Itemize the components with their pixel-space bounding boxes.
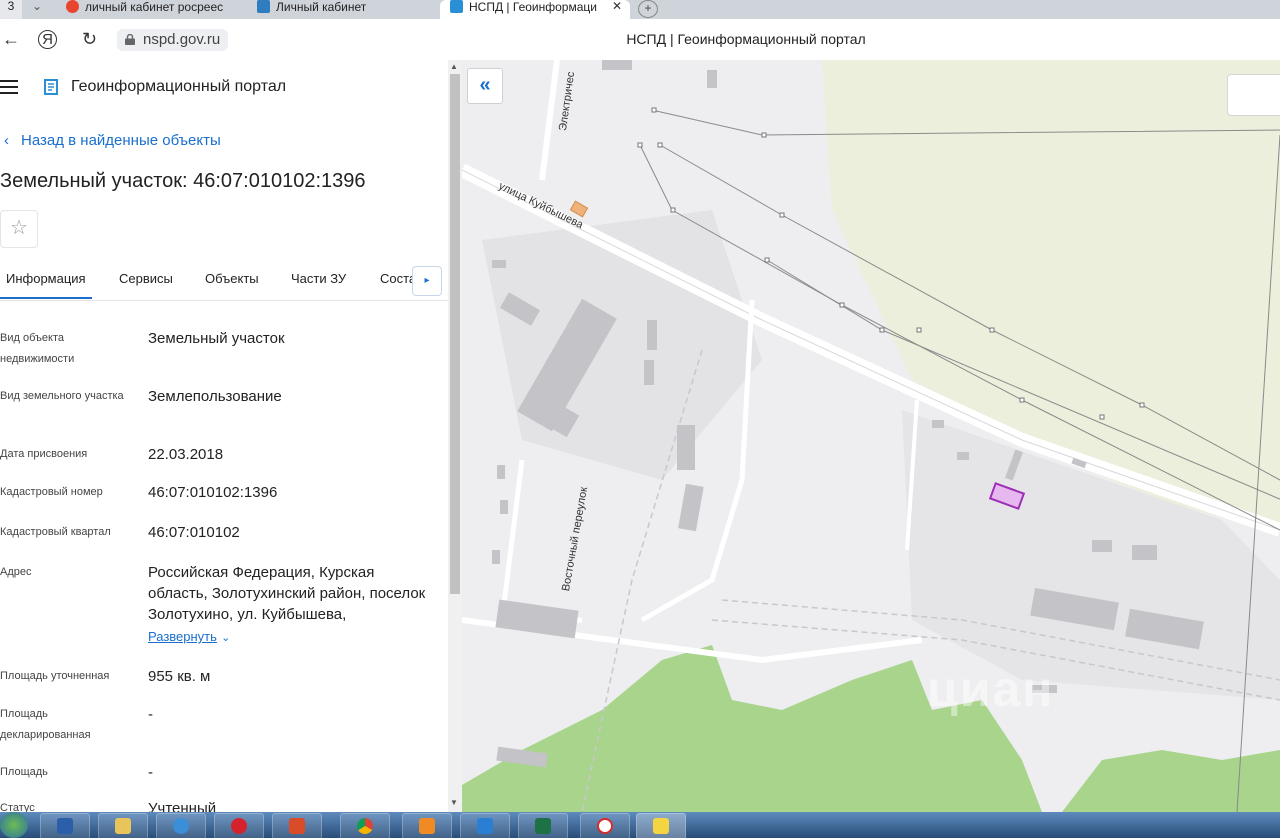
property-value: Землепользование (148, 388, 282, 405)
taskbar-word[interactable] (40, 813, 90, 840)
browser-tab-label: НСПД | Геоинформаци (469, 0, 597, 14)
menu-icon[interactable] (0, 80, 18, 94)
taskbar-app2[interactable] (402, 813, 452, 840)
map-search-field[interactable] (1227, 74, 1280, 116)
star-icon: ☆ (10, 217, 28, 239)
app-icon (653, 818, 669, 834)
browser-tab-label: Личный кабинет (276, 0, 367, 14)
opera-icon (231, 818, 247, 834)
taskbar-chrome[interactable] (340, 813, 390, 840)
paint-icon (289, 818, 305, 834)
road-elektricheskaya (539, 60, 560, 181)
tab-information[interactable]: Информация (0, 271, 92, 299)
map-canvas[interactable] (462, 60, 1280, 812)
folder-icon (115, 818, 131, 834)
tab-objects[interactable]: Объекты (205, 271, 259, 286)
property-key: Вид земельного участка (0, 390, 124, 402)
property-key: Кадастровый номер (0, 486, 103, 498)
scroll-down-icon[interactable]: ▼ (450, 798, 458, 807)
property-key: Дата присвоения (0, 448, 88, 460)
windows-taskbar (0, 812, 1280, 840)
object-title: Земельный участок: 46:07:010102:1396 (0, 170, 366, 192)
yandex-icon (597, 818, 613, 834)
property-value: Земельный участок (148, 330, 285, 347)
panel-scrollbar[interactable]: ▲ ▼ (448, 60, 462, 812)
back-to-results-link[interactable]: ‹ Назад в найденные объекты (4, 132, 221, 149)
back-link-label: Назад в найденные объекты (21, 132, 221, 149)
browser-tab-cabinet[interactable]: Личный кабинет (257, 0, 427, 19)
taskbar-yandex[interactable] (580, 813, 630, 840)
favorite-star-button[interactable]: ☆ (0, 210, 38, 248)
property-value: Российская Федерация, Курская область, З… (148, 564, 426, 623)
property-key: Статус (0, 802, 35, 812)
caret-right-icon: ▸ (424, 275, 430, 286)
cian-watermark: циан (927, 661, 1055, 717)
gosuslugi-icon (257, 0, 270, 13)
app-icon (477, 818, 493, 834)
taskbar-ie[interactable] (156, 813, 206, 840)
nspd-favicon-icon (450, 0, 463, 13)
new-tab-button[interactable]: + (638, 0, 658, 18)
collapse-panel-button[interactable]: « (467, 68, 503, 104)
tab-group-count[interactable]: 3 (0, 0, 22, 19)
ie-icon (173, 818, 189, 834)
expand-label: Развернуть (148, 629, 217, 644)
excel-icon (535, 818, 551, 834)
tab-services[interactable]: Сервисы (119, 271, 173, 286)
property-key: Площадь (0, 766, 48, 778)
map-view[interactable]: улица Куйбышева Восточный переулок Элект… (462, 60, 1280, 812)
scrollbar-thumb[interactable] (450, 74, 460, 594)
start-button[interactable] (0, 812, 28, 838)
chevron-left-icon: ‹ (4, 132, 9, 149)
property-value: 46:07:010102:1396 (148, 484, 278, 501)
taskbar-app4[interactable] (636, 813, 686, 840)
object-info-panel: Геоинформационный портал ‹ Назад в найден… (0, 60, 448, 812)
browser-tab-label: личный кабинет росреес (85, 0, 224, 14)
property-key: Площадь декларированная (0, 708, 91, 741)
app-icon (419, 818, 435, 834)
property-value: 955 кв. м (148, 668, 211, 685)
double-chevron-left-icon: « (479, 74, 491, 96)
property-value: - (148, 764, 153, 781)
taskbar-app3[interactable] (460, 813, 510, 840)
property-value: - (148, 706, 153, 723)
property-value: 22.03.2018 (148, 446, 224, 463)
yandex-icon (66, 0, 79, 13)
browser-tab-nspd-active[interactable]: НСПД | Геоинформаци ✕ (440, 0, 630, 19)
taskbar-app[interactable] (272, 813, 322, 840)
page-title: НСПД | Геоинформационный портал (626, 31, 866, 47)
property-value: 46:07:010102 (148, 524, 240, 541)
tab-list-chevron-icon[interactable]: ⌄ (28, 0, 46, 19)
property-key: Адрес (0, 566, 32, 578)
taskbar-explorer[interactable] (98, 813, 148, 840)
info-tabs: Информация Сервисы Объекты Части ЗУ Сост… (0, 260, 448, 301)
tabs-scroll-right-button[interactable]: ▸ (412, 266, 442, 296)
portal-title: Геоинформационный портал (71, 78, 287, 95)
close-tab-icon[interactable]: ✕ (612, 0, 622, 12)
taskbar-opera[interactable] (214, 813, 264, 840)
property-value: Учтенный (148, 800, 217, 812)
forest-area (1062, 750, 1280, 812)
browser-tab-rosreestr[interactable]: личный кабинет росреес (66, 0, 236, 19)
taskbar-excel[interactable] (518, 813, 568, 840)
portal-logo-icon (44, 79, 58, 95)
tab-parts[interactable]: Части ЗУ (291, 271, 346, 286)
browser-tab-strip: 3 ⌄ личный кабинет росреес Личный кабине… (0, 0, 1280, 19)
tab-composition[interactable]: Соста (380, 271, 416, 286)
property-key: Площадь уточненная (0, 670, 110, 682)
word-icon (57, 818, 73, 834)
property-key: Кадастровый квартал (0, 526, 111, 538)
chrome-icon (357, 818, 373, 834)
chevron-down-icon: ⌄ (221, 632, 231, 644)
scroll-up-icon[interactable]: ▲ (450, 62, 458, 71)
expand-address-link[interactable]: Развернуть ⌄ (148, 626, 438, 649)
address-bar: ← Я ↻ nspd.gov.ru НСПД | Геоинформационн… (0, 19, 1280, 61)
property-key: Вид объекта недвижимости (0, 332, 75, 365)
